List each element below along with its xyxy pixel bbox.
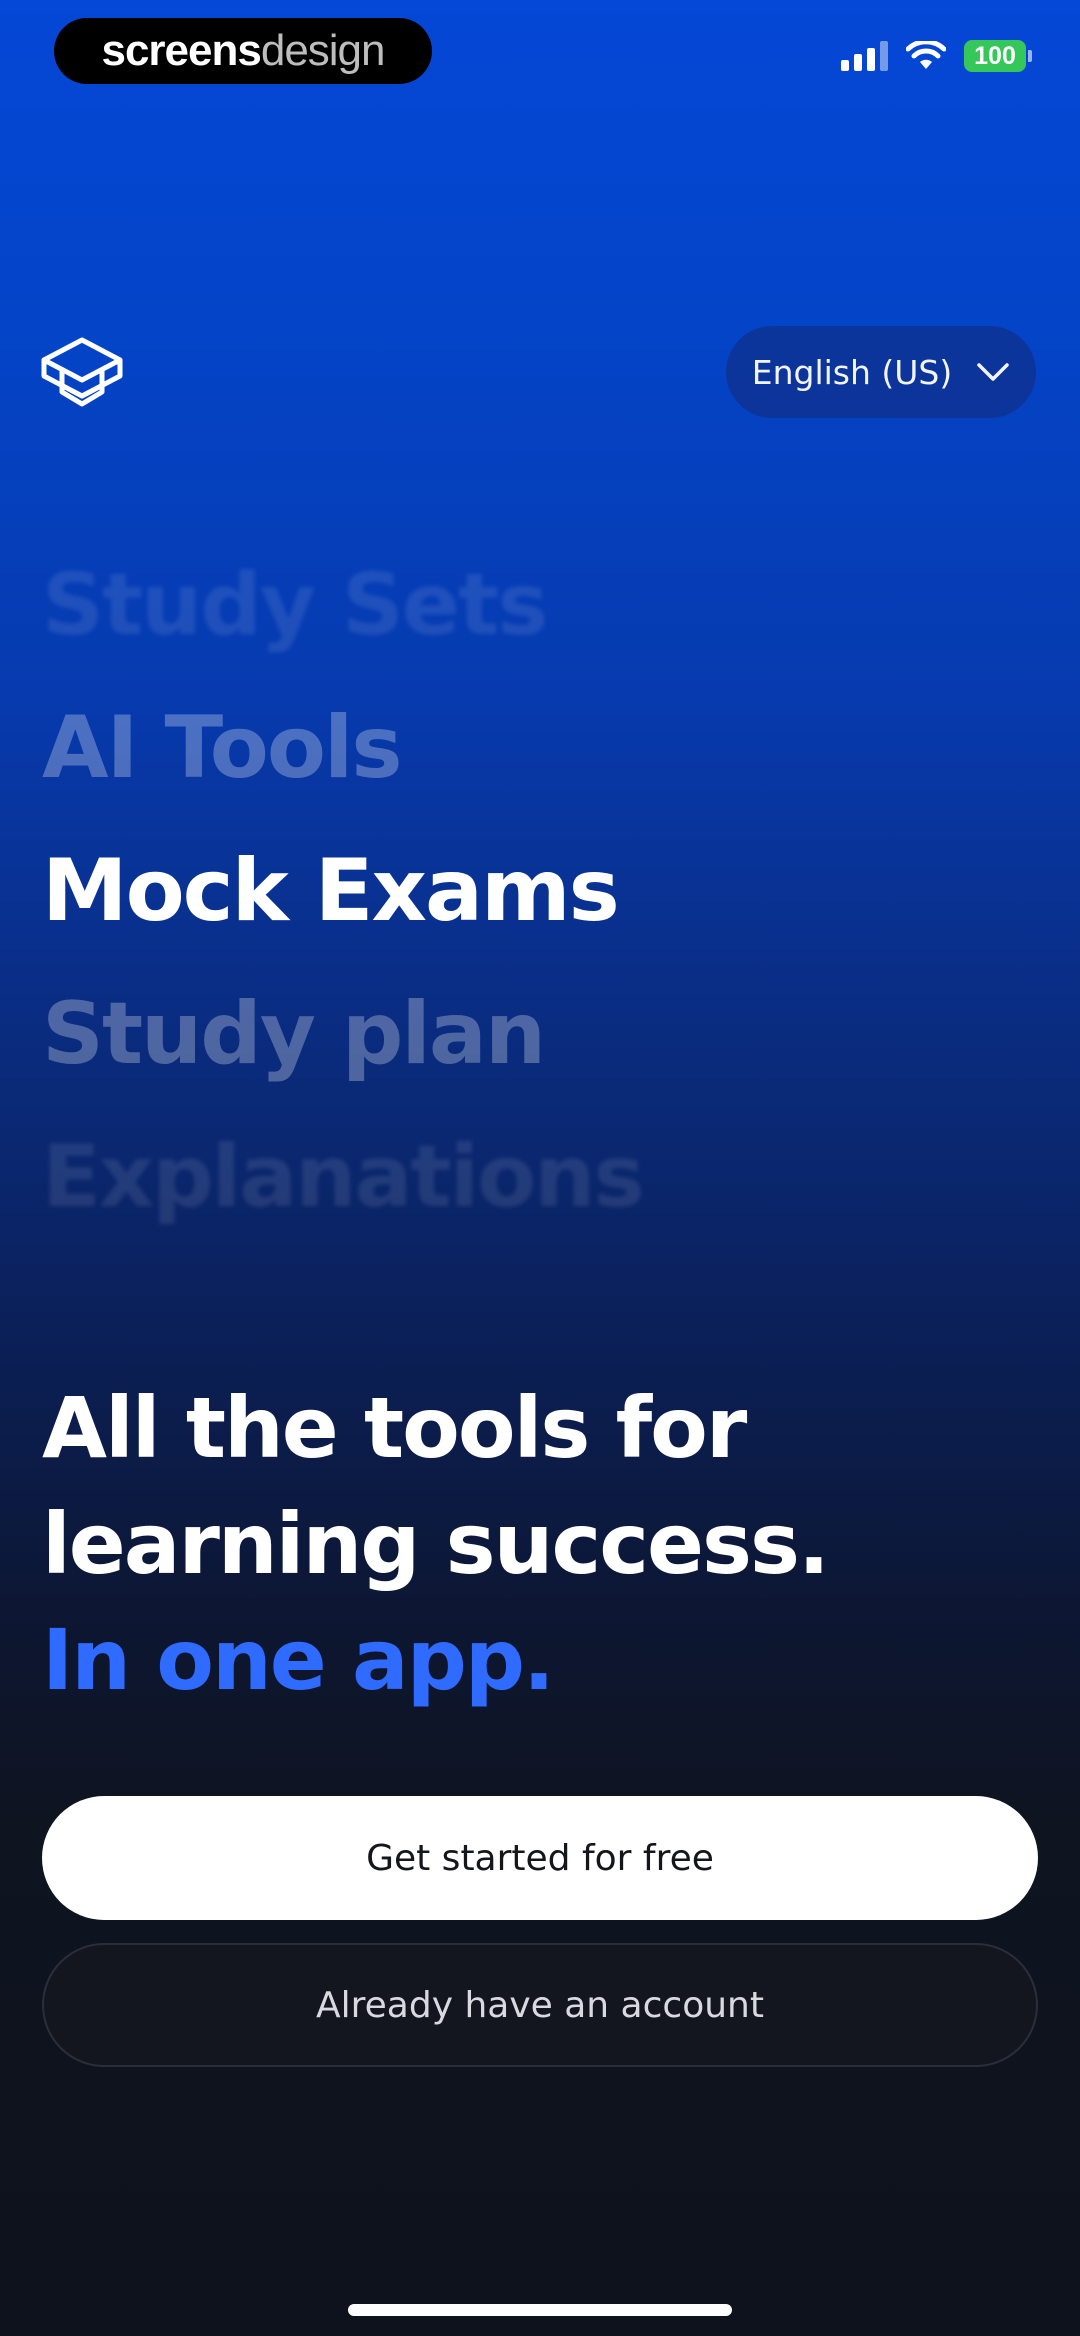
feature-item: AI Tools: [42, 698, 403, 798]
cellular-signal-icon: [841, 41, 888, 71]
language-label: English (US): [751, 352, 953, 392]
headline-accent: In one app.: [42, 1611, 555, 1709]
graduation-cap-icon: [41, 337, 123, 407]
get-started-label: Get started for free: [366, 1837, 714, 1879]
watermark-part-1: screens: [101, 26, 261, 75]
get-started-button[interactable]: Get started for free: [42, 1796, 1038, 1920]
wifi-icon: [906, 41, 946, 69]
status-bar: 100: [841, 40, 1032, 72]
screensdesign-watermark: screens design: [54, 18, 432, 84]
login-button[interactable]: Already have an account: [42, 1943, 1038, 2067]
chevron-down-icon: [977, 363, 1009, 381]
watermark-part-2: design: [260, 26, 386, 75]
battery-level: 100: [974, 41, 1016, 70]
language-selector[interactable]: English (US): [726, 326, 1036, 418]
feature-item-active: Mock Exams: [42, 841, 620, 941]
login-label: Already have an account: [316, 1984, 764, 2026]
home-indicator[interactable]: [348, 2304, 732, 2316]
headline-line-2: learning success.: [42, 1495, 830, 1593]
feature-item: Study Sets: [42, 555, 548, 655]
feature-item: Explanations: [42, 1127, 645, 1227]
headline-line-1: All the tools for: [42, 1379, 747, 1477]
feature-carousel: Study Sets AI Tools Mock Exams Study pla…: [42, 545, 942, 1260]
headline: All the tools for learning success. In o…: [42, 1370, 1042, 1718]
battery-icon: 100: [964, 40, 1032, 72]
feature-item: Study plan: [42, 984, 546, 1084]
